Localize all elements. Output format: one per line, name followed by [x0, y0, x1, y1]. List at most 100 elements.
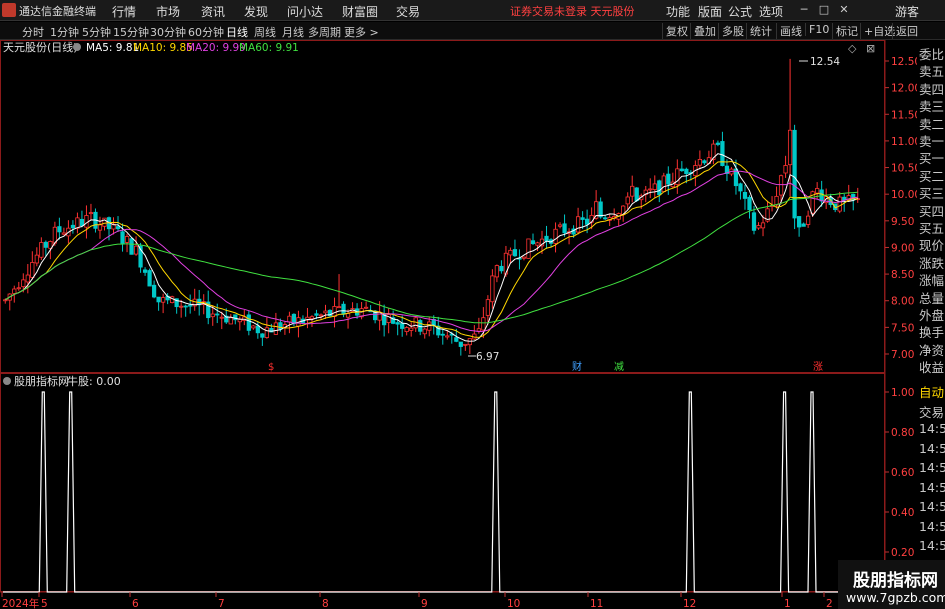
event-marker-cai[interactable]: 财 [572, 360, 582, 373]
candle-body [557, 224, 563, 227]
menu-gongshi[interactable]: 公式 [728, 3, 752, 20]
price-axis: 12.5012.0011.5011.0010.5010.009.509.008.… [885, 56, 921, 361]
diamond-icon[interactable]: ◇ [848, 42, 857, 55]
period-30min[interactable]: 30分钟 [150, 24, 186, 40]
menu-hangqing[interactable]: 行情 [112, 3, 136, 20]
tool-f10[interactable]: F10 [805, 23, 829, 36]
kline-chart-svg[interactable]: 天元股份(日线) MA5: 9.81 MA10: 9.85 MA20: 9.99… [0, 40, 945, 609]
indicator-value: 牛股: 0.00 [67, 374, 121, 388]
quote-field-label: 卖二 [919, 116, 945, 132]
candle-body [129, 238, 134, 255]
menu-shichang[interactable]: 市场 [156, 3, 180, 20]
quote-field-label: 买二 [919, 168, 945, 184]
candle-body [255, 325, 260, 334]
quote-field-label: 换手 [919, 325, 945, 341]
niugu-signal-line [3, 391, 860, 593]
period-month[interactable]: 月线 [282, 24, 304, 40]
event-marker-jian[interactable]: 减 [614, 361, 624, 373]
candle-body [481, 317, 486, 331]
candle-body [634, 187, 639, 201]
period-5min[interactable]: 5分钟 [82, 24, 111, 40]
settings-dot-icon[interactable] [73, 43, 81, 51]
menu-jiaoyi[interactable]: 交易 [396, 3, 420, 20]
tool-huaxian[interactable]: 画线 [776, 23, 802, 39]
candle-body [97, 224, 103, 231]
candle-body [756, 225, 761, 229]
menu-xuanxiang[interactable]: 选项 [759, 3, 783, 20]
tool-tongji[interactable]: 统计 [746, 23, 772, 39]
indicator-tick-label: 0.80 [891, 427, 914, 439]
tool-zixuan[interactable]: +自选 [860, 23, 895, 39]
tick-time: 14:5 [919, 479, 945, 495]
candle-body [215, 313, 220, 316]
date-label: 6 [132, 598, 139, 609]
close-icon[interactable]: ✕ [835, 2, 853, 18]
quote-field-label: 总量 [919, 290, 945, 306]
period-15min[interactable]: 15分钟 [113, 24, 149, 40]
period-60min[interactable]: 60分钟 [188, 24, 224, 40]
chart-area[interactable]: 天元股份(日线) MA5: 9.81 MA10: 9.85 MA20: 9.99… [0, 40, 945, 609]
tool-duogu[interactable]: 多股 [718, 23, 744, 39]
tool-fuquan[interactable]: 复权 [662, 23, 688, 39]
quote-field-label: 涨跌 [919, 255, 945, 271]
candle-body [88, 212, 94, 215]
candle-body [142, 269, 148, 273]
candle-body [179, 305, 184, 308]
period-1min[interactable]: 1分钟 [50, 24, 79, 40]
candle-body [70, 224, 76, 229]
low-label: 6.97 [476, 351, 499, 363]
period-day[interactable]: 日线 [226, 24, 248, 40]
candle-body [309, 316, 315, 320]
menu-zixun[interactable]: 资讯 [201, 3, 225, 20]
menu-wenxiaoda[interactable]: 问小达 [287, 3, 323, 20]
date-label: 1 [784, 598, 791, 609]
tool-fanhui[interactable]: 返回 [892, 23, 918, 39]
maximize-icon[interactable]: □ [815, 2, 833, 18]
date-axis: 2024年 5 6 7 8 9 10 11 12 1 2 [1, 592, 833, 609]
candle-body [422, 328, 427, 335]
collapse-icon[interactable]: ⊠ [866, 42, 875, 55]
trade-tab[interactable]: 交易 [919, 402, 944, 421]
event-marker-zhang[interactable]: 涨 [813, 361, 823, 373]
candle-body [183, 305, 188, 308]
indicator-tick-label: 0.60 [891, 467, 914, 479]
menu-banmian[interactable]: 版面 [698, 3, 722, 20]
price-tick-label: 9.50 [891, 216, 914, 228]
candle-body [102, 217, 107, 227]
candle-body [25, 274, 30, 283]
period-more[interactable]: 更多 > [344, 24, 379, 40]
login-warning[interactable]: 证券交易未登录 天元股份 [510, 3, 635, 19]
candle-body [133, 245, 139, 255]
tick-time: 14:5 [919, 421, 945, 436]
trade-tab[interactable]: 自动 [919, 382, 944, 401]
candle-body [815, 188, 820, 194]
quote-field-label: 卖一 [919, 134, 945, 149]
tool-biaoji[interactable]: 标记 [832, 23, 858, 39]
menu-faxian[interactable]: 发现 [244, 3, 268, 20]
minimize-icon[interactable]: ─ [795, 2, 813, 18]
candle-body [580, 217, 585, 220]
tool-diejia[interactable]: 叠加 [690, 23, 716, 39]
guest-label[interactable]: 游客 [895, 3, 919, 20]
candle-body [219, 316, 224, 319]
period-week[interactable]: 周线 [254, 24, 276, 40]
period-multi[interactable]: 多周期 [308, 24, 341, 40]
period-fenshi[interactable]: 分时 [22, 24, 44, 40]
candle-body [702, 160, 707, 164]
candle-body [796, 216, 802, 228]
event-marker-dollar[interactable]: $ [268, 362, 274, 373]
menu-caifuquan[interactable]: 财富圈 [342, 3, 378, 20]
candle-body [151, 284, 157, 298]
candle-body [409, 327, 414, 331]
indicator-settings-icon[interactable] [3, 377, 11, 385]
menu-gongneng[interactable]: 功能 [666, 3, 690, 20]
candle-body [630, 185, 635, 197]
candle-body [499, 265, 504, 272]
quote-field-label: 买五 [919, 221, 945, 236]
candle-body [806, 215, 811, 225]
candle-body [584, 218, 590, 225]
indicator-axis: 1.00 0.80 0.60 0.40 0.20 [885, 387, 914, 559]
candle-body [210, 313, 215, 318]
candle-body [521, 256, 527, 259]
candle-body [454, 337, 459, 342]
